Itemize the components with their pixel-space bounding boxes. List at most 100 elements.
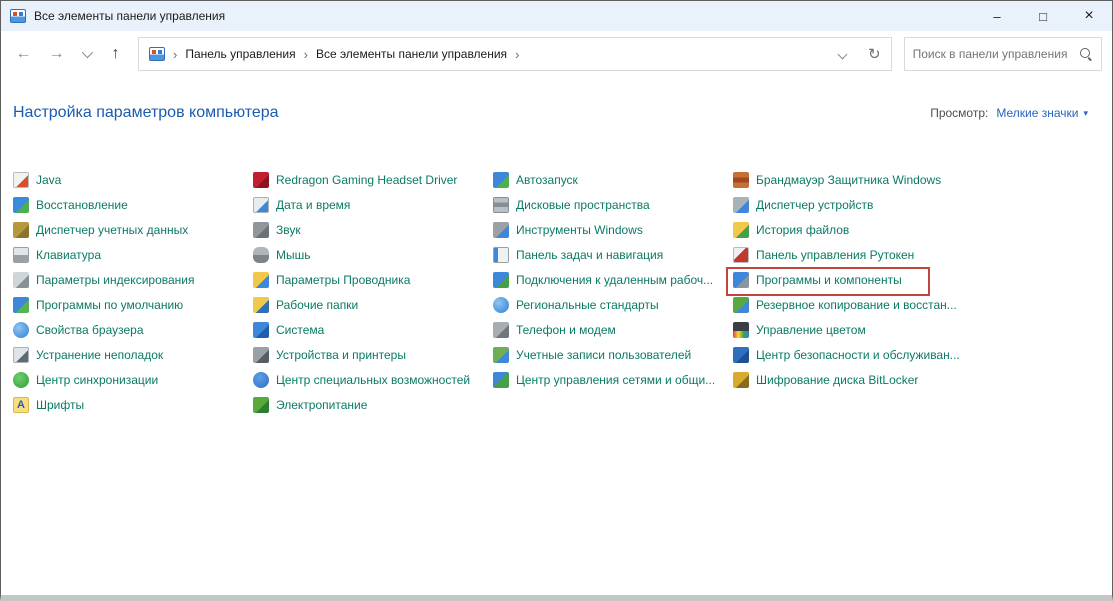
ease-of-access-icon [253,372,269,388]
bitlocker-icon [733,372,749,388]
control-panel-item[interactable]: Центр управления сетями и общи... [493,367,733,392]
chevron-down-icon [82,47,93,58]
view-by-dropdown[interactable]: Мелкие значки ▾ [996,106,1088,120]
backup-restore-icon [733,297,749,313]
control-panel-item[interactable]: Шифрование диска BitLocker [733,367,973,392]
control-panel-item[interactable]: Панель управления Рутокен [733,242,973,267]
control-panel-item[interactable]: Подключения к удаленным рабоч... [493,267,733,292]
storage-spaces-icon [493,197,509,213]
address-dropdown-icon[interactable] [838,49,848,59]
item-label: Клавиатура [36,248,101,262]
item-label: Центр специальных возможностей [276,373,470,387]
control-panel-item[interactable]: Автозапуск [493,167,733,192]
control-panel-item[interactable]: Восстановление [13,192,253,217]
item-label: История файлов [756,223,849,237]
refresh-icon[interactable]: ↻ [868,45,881,63]
maximize-button[interactable]: □ [1020,1,1066,31]
control-panel-item[interactable]: Диспетчер устройств [733,192,973,217]
item-label: Параметры Проводника [276,273,410,287]
item-label: Учетные записи пользователей [516,348,691,362]
control-panel-item[interactable]: Учетные записи пользователей [493,342,733,367]
control-panel-item[interactable]: Центр синхронизации [13,367,253,392]
devices-printers-icon [253,347,269,363]
item-label: Дисковые пространства [516,198,650,212]
breadcrumb-control-panel[interactable]: Панель управления [185,47,295,61]
control-panel-item[interactable]: Дата и время [253,192,493,217]
item-label: Брандмауэр Защитника Windows [756,173,941,187]
control-panel-item[interactable]: Центр безопасности и обслуживан... [733,342,973,367]
items-column: Redragon Gaming Headset Driver Дата и вре… [253,167,493,417]
item-label: Восстановление [36,198,128,212]
item-label: Шрифты [36,398,84,412]
control-panel-item[interactable]: Java [13,167,253,192]
control-panel-item[interactable]: Шрифты [13,392,253,417]
fonts-icon [13,397,29,413]
control-panel-item[interactable]: Параметры индексирования [13,267,253,292]
item-label: Подключения к удаленным рабоч... [516,273,713,287]
nav-buttons: ← → ↑ [7,37,132,71]
control-panel-item[interactable]: Программы и компоненты [733,267,973,292]
file-history-icon [733,222,749,238]
remote-desktop-icon [493,272,509,288]
search-icon[interactable] [1079,47,1093,61]
control-panel-item[interactable]: Программы по умолчанию [13,292,253,317]
control-panel-item[interactable]: Брандмауэр Защитника Windows [733,167,973,192]
navigation-toolbar: ← → ↑ › Панель управления › Все элементы… [1,31,1112,77]
items-column: Автозапуск Дисковые пространства Инструмен… [493,167,733,392]
item-label: Redragon Gaming Headset Driver [276,173,457,187]
control-panel-item[interactable]: Панель задач и навигация [493,242,733,267]
control-panel-item[interactable]: История файлов [733,217,973,242]
control-panel-item[interactable]: Свойства браузера [13,317,253,342]
control-panel-window: Все элементы панели управления – □ × ← →… [0,0,1113,601]
control-panel-item[interactable]: Устранение неполадок [13,342,253,367]
address-bar[interactable]: › Панель управления › Все элементы панел… [138,37,892,71]
control-panel-item[interactable]: Управление цветом [733,317,973,342]
sound-icon [253,222,269,238]
titlebar: Все элементы панели управления – □ × [1,1,1112,31]
item-label: Телефон и модем [516,323,616,337]
control-panel-item[interactable]: Мышь [253,242,493,267]
internet-options-icon [13,322,29,338]
items-column: Java Восстановление Диспетчер учетных данн… [13,167,253,417]
search-input[interactable] [913,47,1079,61]
control-panel-item[interactable]: Центр специальных возможностей [253,367,493,392]
forward-button[interactable]: → [40,37,73,71]
control-panel-item[interactable]: Телефон и модем [493,317,733,342]
item-label: Диспетчер устройств [756,198,873,212]
up-button[interactable]: ↑ [99,37,132,71]
control-panel-item[interactable]: Система [253,317,493,342]
item-label: Java [36,173,61,187]
item-label: Шифрование диска BitLocker [756,373,918,387]
control-panel-item[interactable]: Параметры Проводника [253,267,493,292]
close-button[interactable]: × [1066,1,1112,31]
breadcrumb-all-items[interactable]: Все элементы панели управления [316,47,507,61]
autoplay-icon [493,172,509,188]
view-control: Просмотр: Мелкие значки ▾ [930,106,1088,120]
keyboard-icon [13,247,29,263]
control-panel-item[interactable]: Электропитание [253,392,493,417]
item-label: Центр управления сетями и общи... [516,373,715,387]
minimize-button[interactable]: – [974,1,1020,31]
control-panel-item[interactable]: Резервное копирование и восстан... [733,292,973,317]
control-panel-item[interactable]: Клавиатура [13,242,253,267]
control-panel-app-icon [10,9,26,23]
control-panel-item[interactable]: Redragon Gaming Headset Driver [253,167,493,192]
control-panel-item[interactable]: Устройства и принтеры [253,342,493,367]
item-label: Мышь [276,248,311,262]
window-title: Все элементы панели управления [34,9,225,23]
item-label: Диспетчер учетных данных [36,223,188,237]
control-panel-item[interactable]: Инструменты Windows [493,217,733,242]
control-panel-item[interactable]: Звук [253,217,493,242]
color-management-icon [733,322,749,338]
control-panel-item[interactable]: Региональные стандарты [493,292,733,317]
programs-features-icon [733,272,749,288]
recent-locations-button[interactable] [73,37,99,71]
control-panel-item[interactable]: Рабочие папки [253,292,493,317]
control-panel-item[interactable]: Диспетчер учетных данных [13,217,253,242]
defender-firewall-icon [733,172,749,188]
control-panel-item[interactable]: Дисковые пространства [493,192,733,217]
item-label: Дата и время [276,198,350,212]
back-button[interactable]: ← [7,37,40,71]
item-label: Устройства и принтеры [276,348,406,362]
rutoken-icon [733,247,749,263]
